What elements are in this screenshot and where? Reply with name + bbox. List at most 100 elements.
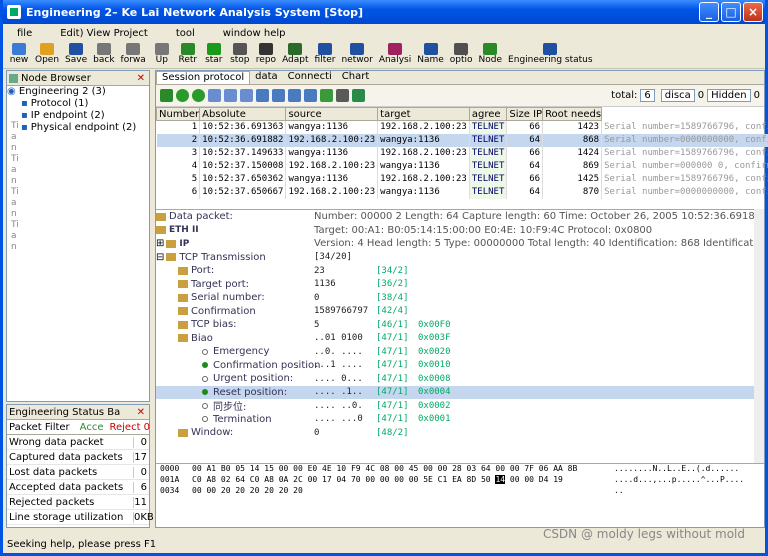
view-icon[interactable] <box>240 89 253 102</box>
table-cell: 64 <box>506 133 544 147</box>
tcp-flag[interactable]: Emergency ..0. .... [47/1] 0x0020 <box>156 345 764 359</box>
menu-item[interactable]: tool <box>162 28 209 39</box>
toolbar-back-button[interactable]: back <box>93 43 115 66</box>
tcp-flag[interactable]: Reset position: .... .1.. [47/1] 0x0004 <box>156 385 764 399</box>
detail-eth[interactable]: ETH II Target: 00:A1: B0:05:14:15:00:00 … <box>156 224 764 238</box>
toolbar-label: Analysi <box>378 55 412 65</box>
tcp-flag[interactable]: Urgent position: .... 0... [47/1] 0x0008 <box>156 372 764 386</box>
menu-item[interactable]: window help <box>209 28 300 39</box>
tcp-field[interactable]: Serial number: 0 [38/4] <box>156 291 764 305</box>
toolbar-open-button[interactable]: Open <box>35 43 59 66</box>
toolbar-network-button[interactable]: networ <box>341 43 373 66</box>
capture-icon[interactable] <box>160 89 173 102</box>
menu-item[interactable]: Edit) View Project <box>46 28 162 39</box>
toolbar-filter-button[interactable]: filter <box>315 43 335 66</box>
columns-icon[interactable] <box>288 89 301 102</box>
forward-icon[interactable] <box>192 89 205 102</box>
tcp-field[interactable]: Port: 23 [34/2] <box>156 264 764 278</box>
toolbar-options-button[interactable]: optio <box>450 43 473 66</box>
detail-window[interactable]: Window: 0 [48/2] <box>156 426 764 440</box>
toolbar-up-button[interactable]: Up <box>152 43 172 66</box>
table-row[interactable]: 4 10:52:37.150008 192.168.2.100:23 wangya:1… <box>156 159 768 173</box>
tab-data[interactable]: data <box>250 71 283 84</box>
tree-item[interactable]: ▪ Protocol (1) <box>7 98 149 110</box>
table-row[interactable]: 2 10:52:36.691882 192.168.2.100:23 wangya:1… <box>156 133 768 147</box>
toolbar-start-button[interactable]: star <box>204 43 224 66</box>
detail-scrollbar[interactable] <box>754 209 764 463</box>
column-header[interactable]: agree <box>468 107 508 121</box>
tcp-flag[interactable]: Termination .... ...0 [47/1] 0x0001 <box>156 413 764 427</box>
close-pane-icon[interactable]: ✕ <box>137 407 145 418</box>
column-header[interactable]: target <box>377 107 470 121</box>
toolbar-adapter-button[interactable]: Adapt <box>282 43 309 66</box>
table-row[interactable]: 5 10:52:37.650362 wangya:1136 192.168.2.100… <box>156 172 768 186</box>
tcp-flag[interactable]: Confirmation position ...1 .... [47/1] 0x00… <box>156 359 764 373</box>
menu-bar: file Edit) View Project tool window help <box>3 24 765 42</box>
tab-session-protocol[interactable]: Session protocol <box>156 71 251 84</box>
columns-icon[interactable] <box>256 89 269 102</box>
column-header[interactable]: Number <box>155 107 201 121</box>
column-header[interactable]: Absolute <box>199 107 287 121</box>
flag-name: Emergency <box>213 346 270 358</box>
close-button[interactable]: × <box>743 2 763 22</box>
refresh-icon[interactable] <box>352 89 365 102</box>
toolbar-new-button[interactable]: new <box>9 43 29 66</box>
toolbar-forward-button[interactable]: forwa <box>121 43 146 66</box>
menu-item[interactable]: file <box>3 28 46 39</box>
back-icon[interactable] <box>176 89 189 102</box>
tree-item[interactable]: ▪ IP endpoint (2) <box>7 110 149 122</box>
tcp-field[interactable]: Biao ..01 0100 [47/1] 0x003F <box>156 332 764 346</box>
column-header[interactable]: source <box>285 107 379 121</box>
tree-root[interactable]: ◉ Engineering 2 (3) <box>7 86 149 98</box>
detail-ip[interactable]: ⊞ IP Version: 4 Head length: 5 Type: 000… <box>156 237 764 251</box>
expand-icon[interactable]: ⊞ <box>156 238 164 249</box>
table-cell: 1 <box>156 120 201 134</box>
column-header[interactable]: Root needs <box>542 107 603 121</box>
reject-filter[interactable]: Reject 0 <box>110 422 151 433</box>
layer-icon <box>166 239 177 248</box>
table-row[interactable]: 6 10:52:37.650667 192.168.2.100:23 wangya:1… <box>156 185 768 199</box>
hex-row: 001A C0 A8 02 64 C0 A8 0A 2C 00 17 04 70 … <box>156 475 764 486</box>
hex-bytes: C0 A8 02 64 C0 A8 0A 2C 00 17 04 70 00 0… <box>192 475 563 484</box>
toolbar-analysis-button[interactable]: Analysi <box>379 43 411 66</box>
table-row[interactable]: 3 10:52:37.149633 wangya:1136 192.168.2.100… <box>156 146 768 160</box>
toolbar-name-button[interactable]: Name <box>417 43 444 66</box>
table-row[interactable]: 1 10:52:36.691363 wangya:1136 192.168.2.100… <box>156 120 768 134</box>
columns-icon[interactable] <box>272 89 285 102</box>
close-pane-icon[interactable]: ✕ <box>137 73 145 84</box>
stat-label: Lost data packets <box>9 466 98 478</box>
detail-data-packet[interactable]: Data packet: Number: 00000 2 Length: 64 … <box>156 210 764 224</box>
view-icon[interactable] <box>224 89 237 102</box>
tcp-field[interactable]: Confirmation 1589766797 [42/4] <box>156 305 764 319</box>
tcp-field[interactable]: Target port: 1136 [36/2] <box>156 278 764 292</box>
toolbar-return-button[interactable]: Retr <box>178 43 198 66</box>
back-icon <box>96 43 111 55</box>
tree-item[interactable]: ▪ Physical endpoint (2) <box>7 122 149 134</box>
stat-label: Accepted data packets <box>9 481 124 493</box>
title-bar[interactable]: Engineering 2– Ke Lai Network Analysis S… <box>3 0 765 24</box>
node-icon: ▪ <box>21 110 28 121</box>
minimize-button[interactable]: _ <box>699 2 719 22</box>
tab-chart[interactable]: Chart <box>337 71 374 84</box>
columns-icon[interactable] <box>304 89 317 102</box>
field-hex: 0x00F0 <box>418 319 451 330</box>
maximize-button[interactable]: □ <box>721 2 741 22</box>
field-name: Target port: <box>191 278 249 290</box>
toolbar-engineering-status-button[interactable]: Engineering status <box>508 43 593 66</box>
column-header[interactable]: Size IP <box>506 107 544 121</box>
toolbar-node-button[interactable]: Node <box>479 43 502 66</box>
collapse-icon[interactable]: ⊟ <box>156 252 164 263</box>
detail-tcp[interactable]: ⊟ TCP Transmission [34/20] <box>156 251 764 265</box>
stat-value: 11 <box>133 496 147 508</box>
view-icon[interactable] <box>208 89 221 102</box>
filter-icon[interactable] <box>320 89 333 102</box>
toolbar-stop-button[interactable]: stop <box>230 43 250 66</box>
toolbar-report-button[interactable]: repo <box>256 43 276 66</box>
tcp-flag[interactable]: 同步位: .... ..0. [47/1] 0x0002 <box>156 399 764 413</box>
toolbar-save-button[interactable]: Save <box>65 43 87 66</box>
tcp-field[interactable]: TCP bias: 5 [46/1] 0x00F0 <box>156 318 764 332</box>
settings-icon[interactable] <box>336 89 349 102</box>
accept-filter[interactable]: Acce <box>80 422 104 433</box>
tab-connecti[interactable]: Connecti <box>283 71 337 84</box>
field-icon <box>178 280 188 289</box>
